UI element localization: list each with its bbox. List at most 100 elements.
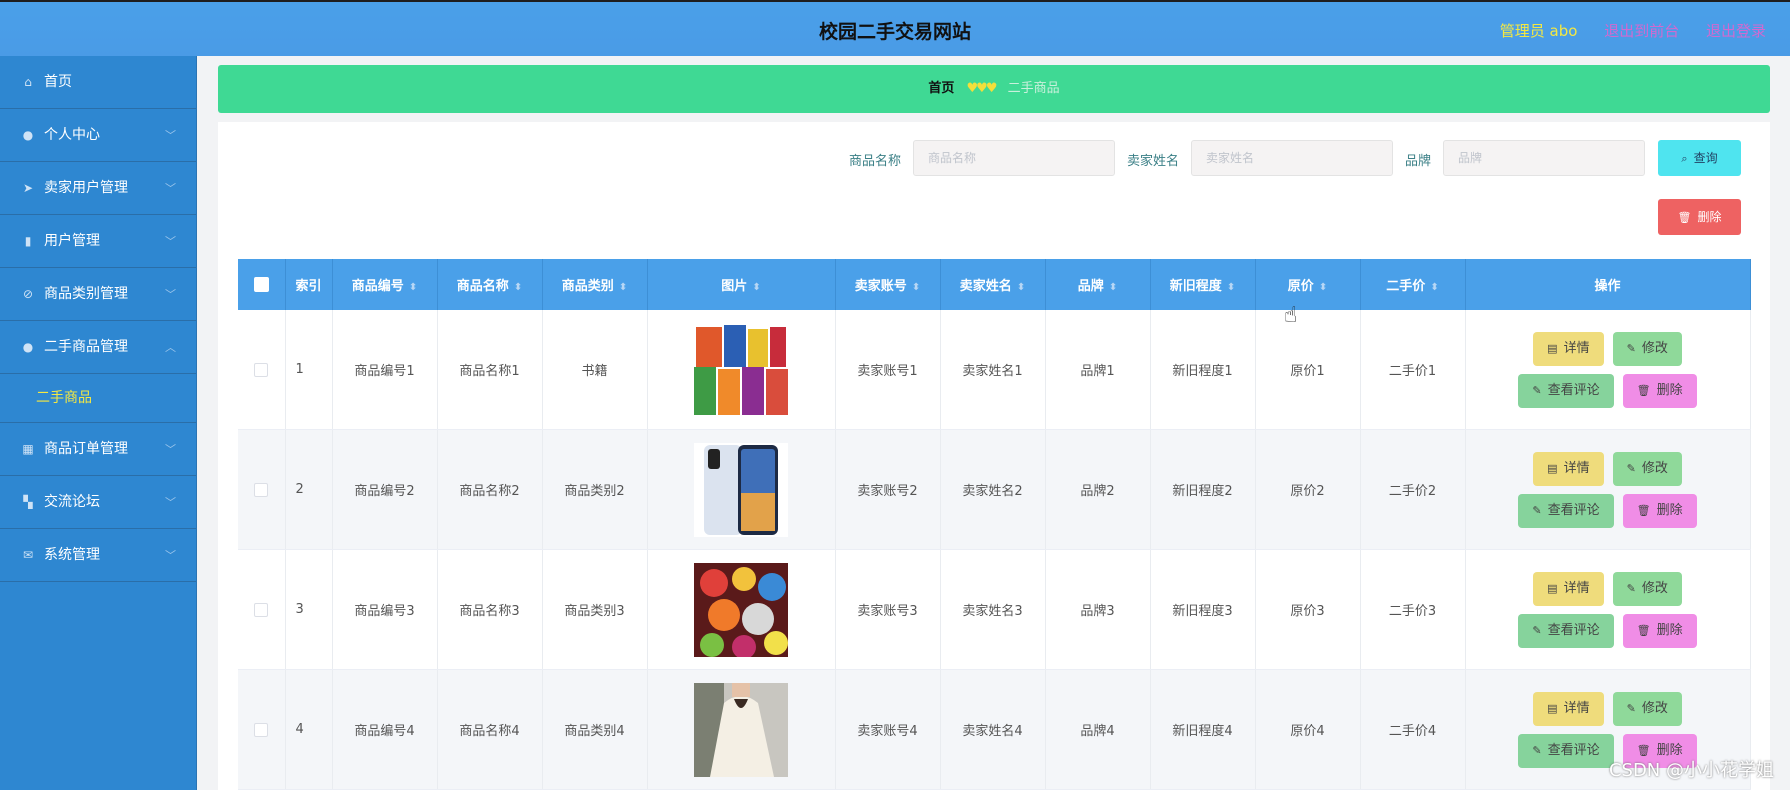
edit-button[interactable]: ✎ 修改 [1612,691,1682,726]
sort-icon[interactable]: ⬍ [409,282,417,293]
document-icon: ▤ [1547,341,1558,355]
detail-button[interactable]: ▤ 详情 [1533,571,1604,606]
edit-button[interactable]: ✎ 修改 [1612,331,1682,366]
column-header[interactable]: 新旧程度 ⬍ [1150,259,1256,310]
row-select-cell [238,310,286,430]
breadcrumb-home[interactable]: 首页 [928,81,954,96]
sidebar-subitem-used-goods[interactable]: 二手商品 [0,374,196,423]
cell-brand: 品牌4 [1045,669,1151,790]
user-icon: ● [22,340,34,354]
brand-input[interactable] [1443,140,1645,176]
pencil-icon: ✎ [1626,341,1636,355]
product-name-input[interactable] [913,140,1115,176]
delete-button[interactable]: 🗑 删除 [1622,493,1697,528]
view-reviews-button[interactable]: ✎ 查看评论 [1518,493,1614,528]
search-icon: ⌕ [1681,152,1688,165]
cell-used-price: 二手价3 [1360,549,1466,670]
cell-index: 3 [285,549,333,670]
view-reviews-button[interactable]: ✎ 查看评论 [1518,733,1614,768]
sort-icon[interactable]: ⬍ [1017,282,1025,293]
column-header[interactable]: 二手价 ⬍ [1360,259,1466,310]
sidebar: ⌂ 首页 ● 个人中心 ﹀ ➤ 卖家用户管理 ﹀ ▮ 用户管理 ﹀ ⊘ 商品类别管理 ﹀ … [0,56,197,790]
detail-button[interactable]: ▤ 详情 [1533,331,1604,366]
sidebar-item-categories[interactable]: ⊘ 商品类别管理 ﹀ [0,268,196,321]
sort-icon[interactable]: ⬍ [1227,282,1235,293]
back-to-front-link[interactable]: 退出到前台 [1604,22,1679,40]
main-panel: 商品名称 卖家姓名 品牌 ⌕查询 🗑删除 索引 商品编号⬍ 商品名称⬍ 商品类别… [218,122,1770,790]
cell-actions: ▤ 详情 ✎ 修改 ✎ 查看评论 🗑 删除 [1465,310,1751,430]
cell-used-price: 二手价1 [1360,310,1466,430]
delete-button[interactable]: 🗑 删除 [1622,613,1697,648]
chevron-down-icon: ﹀ [165,288,176,301]
action-row: ✎ 查看评论 🗑 删除 [1518,373,1697,408]
sort-icon[interactable]: ⬍ [752,282,760,293]
delete-button[interactable]: 🗑 删除 [1622,373,1697,408]
action-row: ▤ 详情 ✎ 修改 [1533,571,1682,606]
cell-price: 原价3 [1255,549,1361,670]
sidebar-item-forum[interactable]: ▚ 交流论坛 ﹀ [0,476,196,529]
row-checkbox[interactable] [254,722,269,737]
edit-button[interactable]: ✎ 修改 [1612,451,1682,486]
sidebar-item-used-goods[interactable]: ● 二手商品管理 ︿ [0,321,196,374]
sort-icon[interactable]: ⬍ [912,282,920,293]
search-button[interactable]: ⌕ 查询 [1658,140,1741,176]
view-reviews-button[interactable]: ✎ 查看评论 [1518,613,1614,648]
cell-used-price: 二手价2 [1360,429,1466,550]
row-checkbox[interactable] [254,482,269,497]
sort-icon[interactable]: ⬍ [1109,282,1117,293]
column-header[interactable]: 卖家姓名 ⬍ [940,259,1046,310]
cell-image [647,549,836,670]
seller-name-input[interactable] [1191,140,1393,176]
logout-link[interactable]: 退出登录 [1706,22,1766,40]
sidebar-item-seller-users[interactable]: ➤ 卖家用户管理 ﹀ [0,162,196,215]
trash-icon: 🗑 [1636,503,1651,517]
column-header[interactable]: 商品类别 ⬍ [542,259,648,310]
cell-name: 商品名称4 [437,669,543,790]
sidebar-item-users[interactable]: ▮ 用户管理 ﹀ [0,215,196,268]
blouse-product-image [694,682,788,777]
select-all-cell [238,259,286,310]
cell-code: 商品编号4 [332,669,438,790]
select-all-checkbox[interactable] [253,277,269,292]
column-header[interactable]: 图片 ⬍ [647,259,836,310]
document-icon: ▤ [1547,701,1558,715]
cell-category: 商品类别2 [542,429,648,550]
cell-index: 2 [285,429,333,550]
cell-name: 商品名称2 [437,429,543,550]
heart-separator-icon: ♥♥♥ [966,81,998,96]
sort-icon[interactable]: ⬍ [619,282,627,293]
cell-name: 商品名称1 [437,310,543,430]
column-header[interactable]: 品牌 ⬍ [1045,259,1151,310]
table-row: 4 商品编号4 商品名称4 商品类别4 卖家账号4 卖家姓名4 品牌4 新旧程度4 原价4 二手价… [238,669,1751,790]
sort-icon[interactable]: ⬍ [1319,282,1327,293]
candy-product-image [694,562,788,657]
sort-icon[interactable]: ⬍ [514,282,522,293]
column-header[interactable]: 卖家账号 ⬍ [835,259,941,310]
cell-price: 原价1 [1255,310,1361,430]
cell-brand: 品牌2 [1045,429,1151,550]
column-header[interactable]: 商品编号 ⬍ [332,259,438,310]
row-checkbox[interactable] [254,602,269,617]
action-row: ✎ 查看评论 🗑 删除 [1518,493,1697,528]
cell-condition: 新旧程度3 [1150,549,1256,670]
sidebar-item-orders[interactable]: ▦ 商品订单管理 ﹀ [0,423,196,476]
cell-price: 原价4 [1255,669,1361,790]
bar-chart-icon: ▮ [24,234,32,248]
detail-button[interactable]: ▤ 详情 [1533,691,1604,726]
column-header[interactable]: 原价 ⬍ [1255,259,1361,310]
sidebar-item-home[interactable]: ⌂ 首页 [0,56,196,109]
sidebar-item-system[interactable]: ✉ 系统管理 ﹀ [0,529,196,582]
action-row: ▤ 详情 ✎ 修改 [1533,451,1682,486]
batch-delete-button[interactable]: 🗑 删除 [1658,199,1741,235]
cell-seller-account: 卖家账号1 [835,310,941,430]
cell-index: 4 [285,669,333,790]
column-header[interactable]: 商品名称 ⬍ [437,259,543,310]
sort-icon[interactable]: ⬍ [1430,282,1438,293]
pencil-icon: ✎ [1626,701,1636,715]
edit-button[interactable]: ✎ 修改 [1612,571,1682,606]
row-checkbox[interactable] [254,362,269,377]
detail-button[interactable]: ▤ 详情 [1533,451,1604,486]
table-body: 1 商品编号1 商品名称1 书籍 卖家账号1 卖家姓名1 品牌1 新旧程度1 原价1 二手价1 ▤ 详… [238,310,1751,790]
view-reviews-button[interactable]: ✎ 查看评论 [1518,373,1614,408]
sidebar-item-personal[interactable]: ● 个人中心 ﹀ [0,109,196,162]
